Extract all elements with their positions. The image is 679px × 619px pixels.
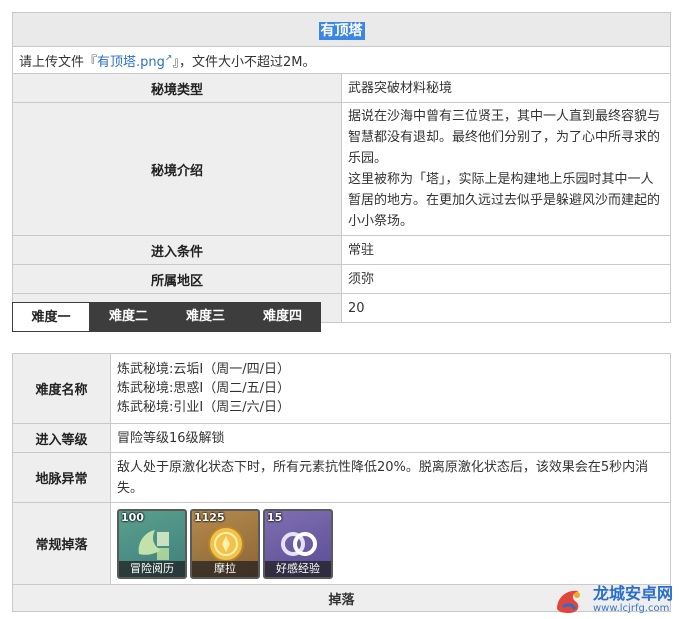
adventure-exp-icon xyxy=(138,530,169,560)
difficulty-table: 难度名称 炼武秘境:云垢Ⅰ（周一/四/日） 炼武秘境:思惑Ⅰ（周二/五/日） 炼… xyxy=(12,353,671,612)
row-value-drops: 100 冒险阅历 1125 摩拉 15 好感经验 xyxy=(110,502,671,585)
row-label-level: 进入等级 xyxy=(12,423,111,453)
difficulty-name-line: 炼武秘境:云垢Ⅰ（周一/四/日） xyxy=(117,362,290,377)
dungeon-info-panel: 有顶塔 请上传文件『有顶塔.png↗』，文件大小不超过2M。 秘境类型 武器突破… xyxy=(12,12,671,323)
row-label-type: 秘境类型 xyxy=(12,73,342,103)
watermark-text: 龙城安卓网 www.lcjrfg.com xyxy=(593,585,673,615)
watermark-title: 龙城安卓网 xyxy=(592,584,673,603)
difficulty-panel: 难度名称 炼武秘境:云垢Ⅰ（周一/四/日） 炼武秘境:思惑Ⅰ（周二/五/日） 炼… xyxy=(12,353,671,612)
row-label-leyline: 地脉异常 xyxy=(12,452,111,503)
dragon-logo-icon xyxy=(556,590,580,613)
upload-prefix: 请上传文件『 xyxy=(19,54,98,70)
row-value-intro: 据说在沙海中曾有三位贤王，其中一人直到最终容貌与智慧都没有退却。最终他们分别了，… xyxy=(341,102,671,236)
row-label-drops: 常规掉落 xyxy=(12,502,111,585)
page-title: 有顶塔 xyxy=(318,21,365,40)
drop-items: 100 冒险阅历 1125 摩拉 15 好感经验 xyxy=(111,504,670,583)
tab-difficulty-3[interactable]: 难度三 xyxy=(167,302,244,332)
row-value-level: 冒险等级16级解锁 xyxy=(110,423,671,453)
tab-difficulty-2[interactable]: 难度二 xyxy=(90,302,167,332)
item-count: 1125 xyxy=(194,511,225,524)
intro-line: 据说在沙海中曾有三位贤王，其中一人直到最终容貌与智慧都没有退却。最终他们分别了，… xyxy=(348,109,661,166)
row-value-type: 武器突破材料秘境 xyxy=(341,73,671,103)
upload-suffix: 』，文件大小不超过2M。 xyxy=(172,54,316,70)
title-bar: 有顶塔 xyxy=(12,12,671,47)
row-label-difficulty-name: 难度名称 xyxy=(12,353,111,424)
row-label-entry: 进入条件 xyxy=(12,235,342,265)
upload-notice: 请上传文件『有顶塔.png↗』，文件大小不超过2M。 xyxy=(12,46,671,74)
site-watermark: 龙城安卓网 www.lcjrfg.com xyxy=(553,585,673,615)
row-value-difficulty-name: 炼武秘境:云垢Ⅰ（周一/四/日） 炼武秘境:思惑Ⅰ（周二/五/日） 炼武秘境:引… xyxy=(110,353,671,424)
item-name: 好感经验 xyxy=(265,561,331,577)
mora-coin-icon xyxy=(208,526,244,562)
tab-difficulty-1[interactable]: 难度一 xyxy=(12,302,90,332)
upload-file-link[interactable]: 有顶塔.png xyxy=(97,55,165,70)
difficulty-name-line: 炼武秘境:引业Ⅰ（周三/六/日） xyxy=(117,400,290,415)
difficulty-name-line: 炼武秘境:思惑Ⅰ（周二/五/日） xyxy=(117,381,290,396)
row-value-region: 须弥 xyxy=(341,264,671,294)
drop-item-mora[interactable]: 1125 摩拉 xyxy=(190,509,260,579)
drop-item-friendship-exp[interactable]: 15 好感经验 xyxy=(263,509,333,579)
drop-item-adventure-exp[interactable]: 100 冒险阅历 xyxy=(117,509,187,579)
tab-difficulty-4[interactable]: 难度四 xyxy=(244,302,321,332)
item-name: 摩拉 xyxy=(192,561,258,577)
item-count: 100 xyxy=(121,511,144,524)
row-label-region: 所属地区 xyxy=(12,264,342,294)
dungeon-info-table: 有顶塔 请上传文件『有顶塔.png↗』，文件大小不超过2M。 秘境类型 武器突破… xyxy=(12,12,671,323)
friendship-exp-icon xyxy=(281,532,317,556)
difficulty-tabs: 难度一 难度二 难度三 难度四 xyxy=(12,302,321,332)
item-count: 15 xyxy=(267,511,283,524)
row-value-leyline: 敌人处于原激化状态下时，所有元素抗性降低20%。脱离原激化状态后，该效果会在5秒… xyxy=(110,452,671,503)
watermark-url: www.lcjrfg.com xyxy=(592,603,670,614)
row-value-resin: 20 xyxy=(341,293,671,323)
intro-line: 这里被称为「塔」，实际上是构建地上乐园时其中一人暂居的地方。在更加久远过去似乎是… xyxy=(348,172,661,229)
item-name: 冒险阅历 xyxy=(119,561,185,577)
row-value-entry: 常驻 xyxy=(341,235,671,265)
row-label-intro: 秘境介绍 xyxy=(12,102,342,236)
